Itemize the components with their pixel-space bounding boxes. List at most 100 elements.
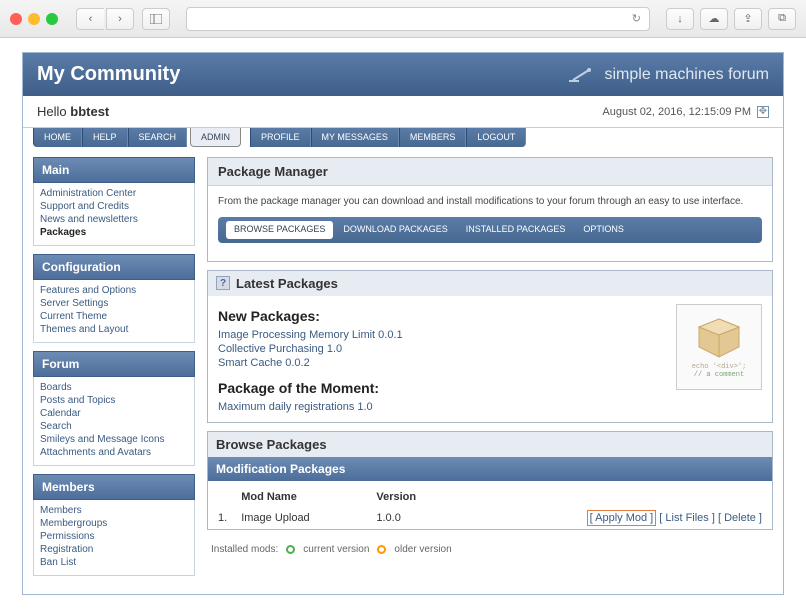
package-moment-heading: Package of the Moment: [218, 380, 666, 396]
modification-packages-header: Modification Packages [208, 457, 772, 481]
username: bbtest [70, 104, 109, 119]
address-bar[interactable]: ↻ [186, 7, 650, 31]
community-title: My Community [37, 63, 180, 86]
sidebar-link-current-theme[interactable]: Current Theme [40, 310, 188, 323]
sidebar-link-support-and-credits[interactable]: Support and Credits [40, 200, 188, 213]
new-packages-heading: New Packages: [218, 308, 666, 324]
sidebar-link-packages[interactable]: Packages [40, 226, 188, 239]
latest-packages-panel: ? Latest Packages New Packages: Image Pr… [207, 270, 773, 423]
sidebar-section-members: Members [33, 474, 195, 500]
sidebar-links: BoardsPosts and TopicsCalendarSearchSmil… [33, 377, 195, 466]
sidebar-link-boards[interactable]: Boards [40, 381, 188, 394]
admin-content: Package Manager From the package manager… [207, 157, 773, 584]
sidebar-link-administration-center[interactable]: Administration Center [40, 187, 188, 200]
package-manager-description: From the package manager you can downloa… [208, 186, 772, 217]
browse-packages-panel: Browse Packages Modification Packages Mo… [207, 431, 773, 530]
share-button[interactable]: ⇪ [734, 8, 762, 30]
sidebar-link-smileys-and-message-icons[interactable]: Smileys and Message Icons [40, 433, 188, 446]
table-header-row: Mod Name Version [212, 487, 768, 507]
nav-buttons: ‹ › [76, 8, 134, 30]
smf-logo-icon [567, 66, 597, 84]
box-icon [694, 315, 744, 359]
current-version-icon [286, 545, 295, 554]
sidebar-link-ban-list[interactable]: Ban List [40, 556, 188, 569]
apply-mod-link[interactable]: [ Apply Mod ] [587, 510, 657, 526]
package-thumbnail: echo '<div>'; // a comment [676, 304, 762, 390]
sidebar-section-configuration: Configuration [33, 254, 195, 280]
forward-button[interactable]: › [106, 8, 134, 30]
back-button[interactable]: ‹ [76, 8, 104, 30]
forum-header: My Community simple machines forum [23, 53, 783, 96]
greeting: Hello bbtest [37, 104, 109, 119]
sidebar-link-membergroups[interactable]: Membergroups [40, 517, 188, 530]
forum-container: My Community simple machines forum Hello… [22, 52, 784, 595]
subtab-download-packages[interactable]: DOWNLOAD PACKAGES [335, 221, 455, 239]
menu-members[interactable]: MEMBERS [399, 128, 467, 147]
sidebar-toggle-button[interactable] [142, 8, 170, 30]
delete-link[interactable]: [ Delete ] [718, 512, 762, 524]
package-subtabs: BROWSE PACKAGESDOWNLOAD PACKAGESINSTALLE… [218, 217, 762, 243]
window-controls [10, 13, 58, 25]
sidebar-link-registration[interactable]: Registration [40, 543, 188, 556]
sidebar-links: MembersMembergroupsPermissionsRegistrati… [33, 500, 195, 576]
latest-packages-header: ? Latest Packages [208, 271, 772, 296]
sidebar-link-members[interactable]: Members [40, 504, 188, 517]
subtab-options[interactable]: OPTIONS [575, 221, 632, 239]
brand-label: simple machines forum [567, 66, 770, 84]
sidebar-links: Features and OptionsServer SettingsCurre… [33, 280, 195, 343]
mod-version: 1.0.0 [370, 509, 456, 527]
new-package-link[interactable]: Smart Cache 0.0.2 [218, 356, 666, 370]
panel-icon [150, 14, 162, 24]
menu-logout[interactable]: LOGOUT [466, 128, 526, 147]
sidebar-links: Administration CenterSupport and Credits… [33, 183, 195, 246]
user-bar: Hello bbtest August 02, 2016, 12:15:09 P… [23, 96, 783, 128]
packages-table: Mod Name Version 1.Image Upload1.0.0[ Ap… [210, 485, 770, 529]
collapse-icon[interactable]: ✥ [757, 106, 769, 118]
menu-home[interactable]: HOME [33, 128, 82, 147]
col-mod-name: Mod Name [235, 487, 368, 507]
installed-legend: Installed mods: current version older ve… [207, 538, 773, 561]
main-menu: HOMEHELPSEARCHADMIN PROFILEMY MESSAGESMEM… [23, 128, 783, 147]
browser-toolbar: ‹ › ↻ ↓ ☁ ⇪ ⧉ [0, 0, 806, 38]
toolbar-right: ↓ ☁ ⇪ ⧉ [666, 8, 796, 30]
datetime-display: August 02, 2016, 12:15:09 PM ✥ [602, 106, 769, 118]
sidebar-link-themes-and-layout[interactable]: Themes and Layout [40, 323, 188, 336]
subtab-browse-packages[interactable]: BROWSE PACKAGES [226, 221, 333, 239]
package-manager-panel: Package Manager From the package manager… [207, 157, 773, 262]
admin-sidebar: MainAdministration CenterSupport and Cre… [33, 157, 195, 584]
sidebar-link-attachments-and-avatars[interactable]: Attachments and Avatars [40, 446, 188, 459]
sidebar-link-features-and-options[interactable]: Features and Options [40, 284, 188, 297]
menu-help[interactable]: HELP [82, 128, 128, 147]
menu-profile[interactable]: PROFILE [250, 128, 311, 147]
close-window-button[interactable] [10, 13, 22, 25]
package-moment-link[interactable]: Maximum daily registrations 1.0 [218, 400, 666, 414]
download-button[interactable]: ↓ [666, 8, 694, 30]
browse-packages-header: Browse Packages [208, 432, 772, 457]
sidebar-link-calendar[interactable]: Calendar [40, 407, 188, 420]
reader-icon: ↻ [632, 12, 641, 25]
sidebar-link-permissions[interactable]: Permissions [40, 530, 188, 543]
minimize-window-button[interactable] [28, 13, 40, 25]
sidebar-section-main: Main [33, 157, 195, 183]
menu-admin[interactable]: ADMIN [190, 128, 241, 147]
subtab-installed-packages[interactable]: INSTALLED PACKAGES [458, 221, 574, 239]
package-manager-title: Package Manager [208, 158, 772, 186]
new-package-link[interactable]: Collective Purchasing 1.0 [218, 342, 666, 356]
menu-my-messages[interactable]: MY MESSAGES [311, 128, 399, 147]
latest-content: New Packages: Image Processing Memory Li… [218, 304, 666, 414]
help-icon[interactable]: ? [216, 276, 230, 290]
icloud-button[interactable]: ☁ [700, 8, 728, 30]
sidebar-link-posts-and-topics[interactable]: Posts and Topics [40, 394, 188, 407]
sidebar-link-news-and-newsletters[interactable]: News and newsletters [40, 213, 188, 226]
new-package-link[interactable]: Image Processing Memory Limit 0.0.1 [218, 328, 666, 342]
col-version: Version [370, 487, 456, 507]
older-version-icon [377, 545, 386, 554]
maximize-window-button[interactable] [46, 13, 58, 25]
tabs-button[interactable]: ⧉ [768, 8, 796, 30]
sidebar-section-forum: Forum [33, 351, 195, 377]
list-files-link[interactable]: [ List Files ] [659, 512, 715, 524]
menu-search[interactable]: SEARCH [128, 128, 188, 147]
sidebar-link-server-settings[interactable]: Server Settings [40, 297, 188, 310]
package-row: 1.Image Upload1.0.0[ Apply Mod ] [ List … [212, 509, 768, 527]
sidebar-link-search[interactable]: Search [40, 420, 188, 433]
